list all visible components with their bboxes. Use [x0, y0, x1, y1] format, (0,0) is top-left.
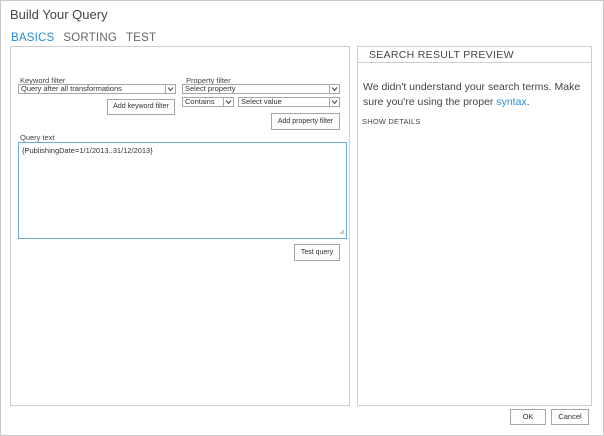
keyword-filter-select[interactable]: Query after all transformations	[18, 84, 176, 94]
search-result-preview-panel: SEARCH RESULT PREVIEW We didn't understa…	[357, 46, 592, 406]
show-details-link[interactable]: SHOW DETAILS	[362, 117, 421, 126]
ok-button[interactable]: OK	[510, 409, 546, 425]
property-select-value: Select property	[185, 84, 236, 93]
chevron-down-icon	[329, 98, 339, 106]
preview-title: SEARCH RESULT PREVIEW	[369, 49, 514, 61]
cancel-button[interactable]: Cancel	[551, 409, 589, 425]
tab-sorting[interactable]: SORTING	[63, 32, 117, 44]
add-keyword-filter-button[interactable]: Add keyword filter	[107, 99, 175, 115]
preview-message: We didn't understand your search terms. …	[363, 80, 588, 109]
chevron-down-icon	[329, 85, 339, 93]
preview-header: SEARCH RESULT PREVIEW	[358, 47, 591, 63]
query-text-label: Query text	[20, 133, 55, 142]
value-select-value: Select value	[241, 97, 282, 106]
operator-select-value: Contains	[185, 97, 215, 106]
resize-handle-icon[interactable]	[339, 228, 345, 237]
preview-message-end: .	[526, 95, 530, 108]
add-property-filter-button[interactable]: Add property filter	[271, 113, 340, 130]
query-text-value: {PublishingDate=1/1/2013..31/12/2013}	[22, 146, 153, 155]
dialog-title: Build Your Query	[10, 7, 108, 22]
query-builder-panel: Keyword filter Query after all transform…	[10, 46, 350, 406]
dialog-window: Build Your Query BASICS SORTING TEST Key…	[0, 0, 604, 436]
operator-select[interactable]: Contains	[182, 97, 234, 107]
query-text-area[interactable]: {PublishingDate=1/1/2013..31/12/2013}	[18, 142, 347, 239]
tab-basics[interactable]: BASICS	[11, 32, 54, 44]
tab-test[interactable]: TEST	[126, 32, 156, 44]
keyword-filter-value: Query after all transformations	[21, 84, 122, 93]
value-select[interactable]: Select value	[238, 97, 340, 107]
test-query-button[interactable]: Test query	[294, 244, 340, 261]
preview-message-text: We didn't understand your search terms. …	[363, 81, 581, 108]
property-select[interactable]: Select property	[182, 84, 340, 94]
chevron-down-icon	[165, 85, 175, 93]
tab-bar: BASICS SORTING TEST	[11, 32, 165, 44]
syntax-link[interactable]: syntax	[496, 96, 526, 108]
chevron-down-icon	[223, 98, 233, 106]
